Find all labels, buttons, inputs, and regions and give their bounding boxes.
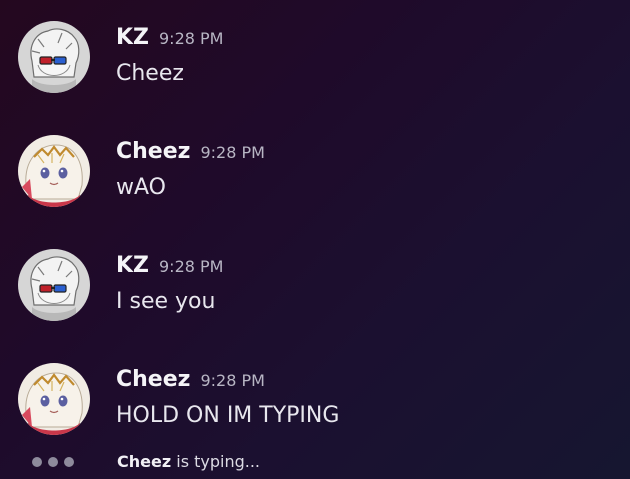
message-timestamp: 9:28 PM — [159, 29, 224, 48]
message-header: KZ 9:28 PM — [116, 251, 223, 282]
kz-avatar-icon[interactable] — [18, 21, 90, 93]
message-content: I see you — [116, 289, 216, 314]
message-content: wAO — [116, 175, 166, 200]
message-author[interactable]: Cheez — [116, 367, 190, 392]
chat-message: KZ 9:28 PM Cheez — [0, 21, 630, 121]
chat-message-list: KZ 9:28 PM Cheez Cheez 9:28 PM wAO KZ 9:… — [0, 0, 630, 479]
typing-label: is typing... — [171, 452, 261, 471]
cheez-avatar-icon[interactable] — [18, 135, 90, 207]
typing-dot — [64, 457, 74, 467]
cheez-avatar-icon[interactable] — [18, 363, 90, 435]
message-timestamp: 9:28 PM — [200, 143, 265, 162]
message-author[interactable]: KZ — [116, 253, 149, 278]
typing-indicator: Cheez is typing... — [0, 448, 630, 478]
message-header: Cheez 9:28 PM — [116, 137, 265, 168]
typing-dot — [48, 457, 58, 467]
message-timestamp: 9:28 PM — [200, 371, 265, 390]
chat-message: Cheez 9:28 PM wAO — [0, 135, 630, 235]
typing-dots-icon — [32, 457, 76, 469]
chat-message: KZ 9:28 PM I see you — [0, 249, 630, 349]
message-author[interactable]: Cheez — [116, 139, 190, 164]
typing-user: Cheez — [117, 452, 172, 471]
kz-avatar-icon[interactable] — [18, 249, 90, 321]
message-author[interactable]: KZ — [116, 25, 149, 50]
message-header: Cheez 9:28 PM — [116, 365, 265, 396]
message-timestamp: 9:28 PM — [159, 257, 224, 276]
typing-text: Cheez is typing... — [117, 451, 260, 473]
message-content: Cheez — [116, 61, 184, 86]
typing-dot — [32, 457, 42, 467]
message-content: HOLD ON IM TYPING — [116, 403, 340, 428]
message-header: KZ 9:28 PM — [116, 23, 223, 54]
